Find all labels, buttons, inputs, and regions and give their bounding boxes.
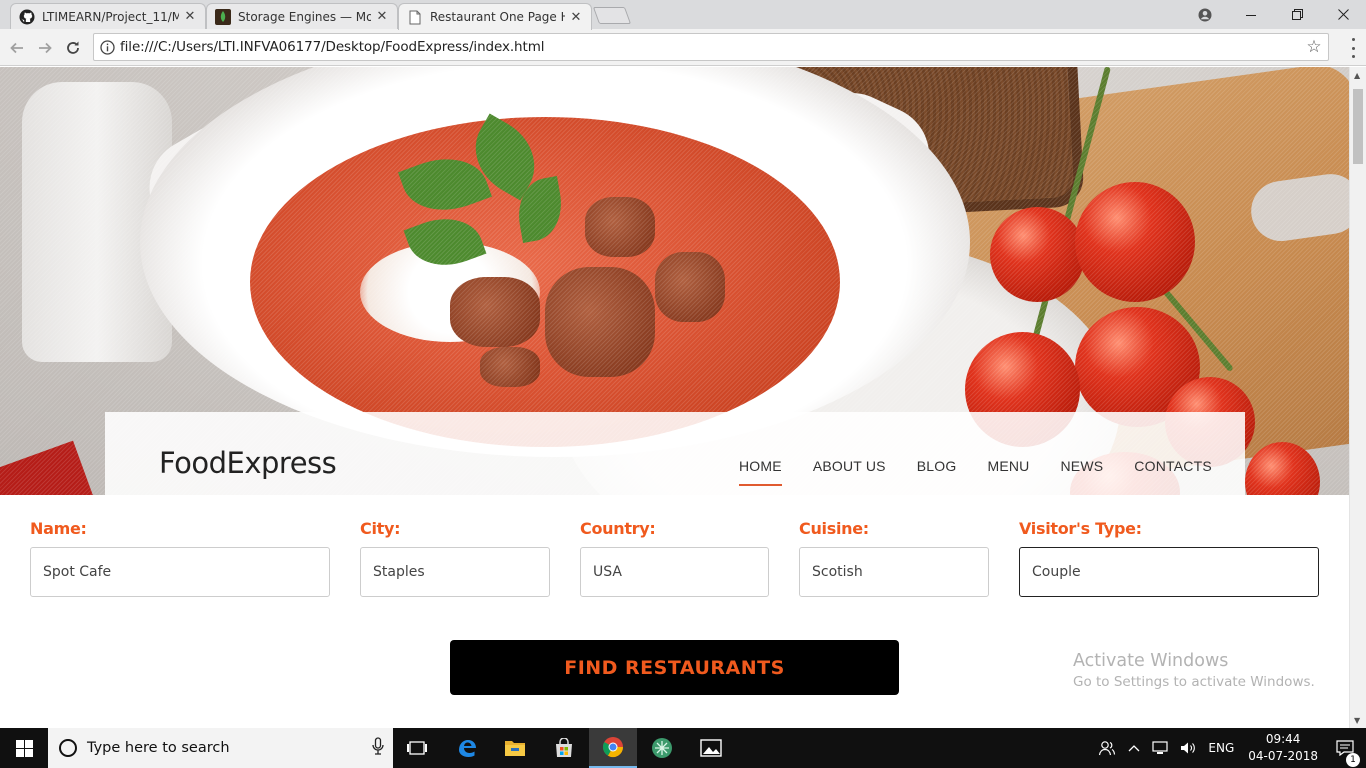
restaurant-search-form: Name: Spot Cafe City: Staples Country: U… (0, 495, 1349, 728)
microphone-icon[interactable] (363, 737, 393, 759)
name-input[interactable]: Spot Cafe (30, 547, 330, 597)
people-icon[interactable] (1092, 740, 1122, 756)
find-restaurants-button[interactable]: FIND RESTAURANTS (450, 640, 899, 695)
network-icon[interactable] (1146, 741, 1174, 755)
scroll-down-arrow-icon[interactable]: ▼ (1354, 716, 1360, 725)
nav-about-us[interactable]: ABOUT US (813, 458, 886, 486)
visitor-type-label: Visitor's Type: (1019, 519, 1142, 538)
start-button[interactable] (0, 728, 48, 768)
close-tab-icon[interactable]: ✕ (183, 9, 197, 24)
bookmark-star-icon[interactable]: ☆ (1300, 37, 1328, 57)
minimize-button[interactable] (1228, 0, 1274, 29)
city-label: City: (360, 519, 401, 538)
page-viewport: FoodExpress HOME ABOUT US BLOG MENU NEWS… (0, 67, 1349, 728)
language-indicator[interactable]: ENG (1202, 741, 1240, 755)
name-field-group: Name: Spot Cafe (30, 519, 330, 597)
site-header: FoodExpress HOME ABOUT US BLOG MENU NEWS… (105, 412, 1245, 502)
page-scrollbar[interactable]: ▲ ▼ (1349, 67, 1366, 728)
cuisine-input[interactable]: Scotish (799, 547, 989, 597)
windows-taskbar: Type here to search ENG 09:44 04-07-2018… (0, 728, 1366, 768)
nav-home[interactable]: HOME (739, 458, 782, 486)
task-view-icon[interactable] (393, 728, 441, 768)
store-icon[interactable] (540, 728, 588, 768)
back-arrow-icon[interactable] (6, 37, 28, 59)
scrollbar-thumb[interactable] (1353, 89, 1363, 164)
restore-button[interactable] (1274, 0, 1320, 29)
watermark-title: Activate Windows (1073, 651, 1229, 671)
new-tab-button[interactable] (592, 7, 632, 24)
name-label: Name: (30, 519, 87, 538)
edge-icon[interactable] (443, 728, 491, 768)
window-controls (1182, 0, 1366, 29)
address-bar[interactable]: file:///C:/Users/LTI.INFVA06177/Desktop/… (93, 33, 1329, 61)
nav-contacts[interactable]: CONTACTS (1134, 458, 1212, 486)
notification-count-badge: 1 (1346, 753, 1360, 767)
chrome-menu-icon[interactable] (1348, 38, 1358, 58)
cuisine-label: Cuisine: (799, 519, 869, 538)
clock-time: 09:44 (1265, 732, 1301, 746)
scroll-up-arrow-icon[interactable]: ▲ (1354, 71, 1360, 80)
volume-icon[interactable] (1174, 741, 1202, 755)
activate-windows-watermark: Activate Windows Go to Settings to activ… (1073, 651, 1315, 690)
close-window-button[interactable] (1320, 0, 1366, 29)
main-nav: HOME ABOUT US BLOG MENU NEWS CONTACTS (739, 458, 1243, 486)
profile-icon[interactable] (1182, 0, 1228, 29)
tab-strip: LTIMEARN/Project_11/Mo ✕ Storage Engines… (0, 0, 1366, 30)
tab-github[interactable]: LTIMEARN/Project_11/Mo ✕ (10, 3, 206, 29)
reload-icon[interactable] (62, 37, 84, 59)
url-text[interactable]: file:///C:/Users/LTI.INFVA06177/Desktop/… (120, 39, 1300, 55)
watermark-subtitle: Go to Settings to activate Windows. (1073, 674, 1315, 690)
chrome-icon[interactable] (589, 728, 637, 768)
close-tab-icon[interactable]: ✕ (375, 9, 389, 24)
action-center-icon[interactable]: 1 (1326, 740, 1366, 767)
tab-restaurant[interactable]: Restaurant One Page HTM ✕ (398, 3, 592, 30)
tab-title: LTIMEARN/Project_11/Mo (42, 9, 179, 24)
browser-toolbar: file:///C:/Users/LTI.INFVA06177/Desktop/… (0, 29, 1366, 66)
city-field-group: City: Staples (360, 519, 550, 597)
mongodb-leaf-icon (215, 8, 231, 25)
visitor-type-input[interactable]: Couple (1019, 547, 1319, 597)
app-icon[interactable] (638, 728, 686, 768)
github-icon (19, 9, 35, 25)
photos-icon[interactable] (687, 728, 735, 768)
system-tray: ENG 09:44 04-07-2018 1 (1092, 728, 1366, 768)
city-input[interactable]: Staples (360, 547, 550, 597)
forward-arrow-icon[interactable] (34, 37, 56, 59)
file-explorer-icon[interactable] (491, 728, 539, 768)
nav-news[interactable]: NEWS (1060, 458, 1103, 486)
country-label: Country: (580, 519, 656, 538)
site-logo[interactable]: FoodExpress (159, 446, 337, 480)
close-tab-icon[interactable]: ✕ (569, 10, 583, 25)
cortana-icon (59, 739, 77, 757)
tab-title: Restaurant One Page HTM (430, 10, 565, 24)
search-placeholder: Type here to search (87, 740, 230, 756)
country-field-group: Country: USA (580, 519, 769, 597)
windows-logo-icon (15, 739, 33, 757)
info-icon[interactable] (94, 39, 120, 55)
chevron-up-icon[interactable] (1122, 744, 1146, 752)
tab-mongodb[interactable]: Storage Engines — Mong ✕ (206, 3, 398, 29)
clock[interactable]: 09:44 04-07-2018 (1240, 731, 1326, 765)
tab-title: Storage Engines — Mong (238, 9, 371, 24)
page-icon (407, 9, 423, 25)
nav-blog[interactable]: BLOG (917, 458, 957, 486)
clock-date: 04-07-2018 (1248, 749, 1318, 763)
visitor-type-field-group: Visitor's Type: Couple (1019, 519, 1319, 597)
nav-menu[interactable]: MENU (987, 458, 1029, 486)
cuisine-field-group: Cuisine: Scotish (799, 519, 989, 597)
country-input[interactable]: USA (580, 547, 769, 597)
taskbar-search-box[interactable]: Type here to search (48, 728, 393, 768)
